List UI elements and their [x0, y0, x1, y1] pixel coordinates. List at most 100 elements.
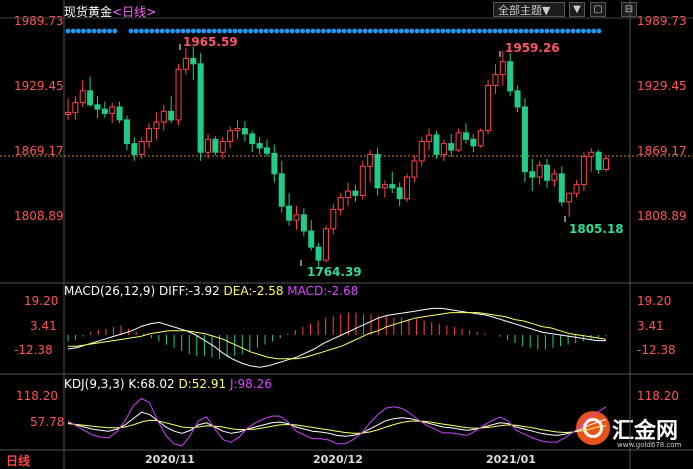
dot-marker — [65, 28, 71, 34]
candle-body — [131, 143, 138, 155]
candle-body — [396, 187, 403, 200]
dot-marker — [227, 28, 233, 34]
candle-body — [109, 106, 116, 114]
dot-marker — [414, 28, 420, 34]
dot-marker — [555, 28, 560, 34]
dot-marker — [492, 28, 498, 34]
dot-marker — [263, 28, 269, 34]
macd-dea-line — [68, 312, 607, 360]
dot-marker — [518, 28, 524, 34]
candle-body — [227, 130, 234, 142]
dot-marker — [289, 28, 295, 34]
candle-body — [219, 140, 226, 153]
candle-body — [411, 160, 418, 178]
dot-marker — [211, 28, 217, 34]
dot-marker — [341, 28, 347, 34]
dot-marker — [570, 28, 576, 34]
dot-marker — [529, 28, 534, 34]
dot-marker — [107, 28, 112, 34]
dot-marker — [196, 28, 202, 34]
dot-marker — [425, 28, 430, 34]
dot-marker — [112, 28, 118, 34]
dot-marker — [284, 28, 290, 34]
dot-marker — [539, 28, 545, 34]
dot-marker — [523, 28, 529, 34]
dot-marker — [175, 28, 181, 34]
dot-marker — [482, 28, 487, 34]
dot-marker — [159, 28, 165, 34]
candle-body — [271, 152, 278, 175]
dot-marker — [461, 28, 467, 34]
dot-marker — [367, 28, 373, 34]
candle-body — [101, 108, 108, 114]
dot-marker — [315, 28, 321, 34]
candle-body — [345, 190, 352, 199]
candle-body — [536, 164, 543, 178]
candle-body — [492, 74, 499, 86]
candle-body — [381, 184, 388, 189]
dot-marker — [274, 28, 279, 34]
dot-marker — [549, 28, 555, 34]
dot-marker — [497, 28, 503, 34]
dot-marker — [471, 28, 477, 34]
dot-marker — [534, 28, 539, 34]
candle-body — [448, 143, 455, 151]
dot-marker — [144, 28, 150, 34]
candle-body — [462, 132, 469, 140]
candle-body — [94, 104, 101, 110]
candle-body — [603, 158, 609, 171]
candle-body — [352, 190, 359, 196]
candle-body — [190, 57, 197, 65]
candle-body — [588, 151, 595, 158]
candle-body — [455, 132, 462, 151]
candle-body — [367, 153, 374, 167]
dot-marker — [206, 28, 212, 34]
dot-marker — [565, 28, 571, 34]
dot-marker — [191, 28, 196, 34]
dot-marker — [217, 28, 222, 34]
candle-body — [241, 128, 248, 135]
candle-body — [146, 128, 153, 142]
candle-body — [580, 156, 587, 186]
dot-marker — [503, 28, 508, 34]
dot-marker — [170, 28, 176, 34]
candle-body — [322, 228, 329, 261]
dot-marker — [279, 28, 285, 34]
dot-marker — [586, 28, 591, 34]
candle-body — [182, 57, 189, 70]
candle-body — [72, 102, 79, 113]
dot-marker — [575, 28, 581, 34]
dot-marker — [185, 28, 191, 34]
dot-marker — [399, 28, 404, 34]
candle-body — [293, 214, 300, 221]
dot-marker — [435, 28, 441, 34]
dot-marker — [362, 28, 368, 34]
dot-marker — [331, 28, 337, 34]
candle-body — [65, 111, 71, 116]
dot-marker — [513, 28, 519, 34]
dot-marker — [248, 28, 254, 34]
candle-body — [374, 153, 381, 189]
dot-marker — [70, 28, 76, 34]
dot-marker — [81, 28, 86, 34]
candle-body — [153, 121, 160, 130]
dot-marker — [404, 28, 409, 34]
dot-marker — [243, 28, 248, 34]
candle-body — [175, 68, 182, 121]
dot-marker — [409, 28, 415, 34]
dot-marker — [305, 28, 311, 34]
dot-marker — [133, 28, 139, 34]
candle-body — [337, 197, 344, 210]
dot-marker — [336, 28, 342, 34]
chart-canvas[interactable] — [0, 0, 693, 469]
dot-marker — [300, 28, 305, 34]
dot-marker — [91, 28, 97, 34]
dot-marker — [487, 28, 493, 34]
dot-marker — [139, 28, 144, 34]
dot-marker — [347, 28, 352, 34]
dot-marker — [466, 28, 472, 34]
candle-body — [426, 134, 433, 142]
dot-marker — [393, 28, 399, 34]
candle-body — [521, 106, 528, 173]
dot-marker — [180, 28, 186, 34]
